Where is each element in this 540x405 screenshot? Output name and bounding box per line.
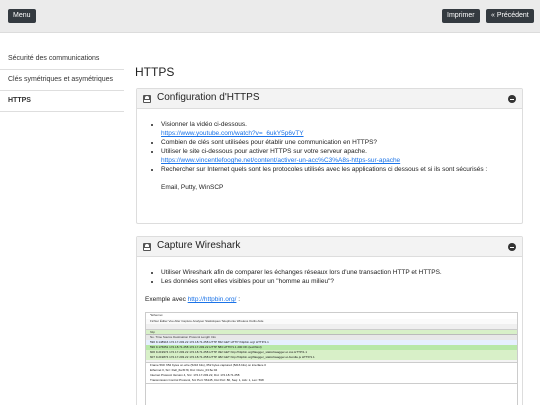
- example-line: Exemple avec http://httpbin.org/ :: [145, 296, 522, 303]
- list-item: Combien de clés sont utilisées pour étab…: [161, 138, 522, 147]
- example-prefix: Exemple avec: [145, 296, 188, 303]
- task-list: Utiliser Wireshark afin de comparer les …: [137, 268, 522, 286]
- configuration-card: Configuration d'HTTPS Visionner la vidéo…: [136, 88, 523, 224]
- card-header[interactable]: Configuration d'HTTPS: [137, 89, 522, 109]
- print-button[interactable]: Imprimer: [442, 9, 480, 23]
- previous-button[interactable]: « Précédent: [486, 9, 534, 23]
- id-card-icon: [143, 243, 151, 251]
- collapse-icon[interactable]: [508, 95, 516, 103]
- collapse-icon[interactable]: [508, 243, 516, 251]
- menu-button[interactable]: Menu: [8, 9, 36, 23]
- sidebar-item-https[interactable]: HTTPS: [0, 91, 124, 112]
- protocol-list: Email, Putty, WinSCP: [161, 184, 224, 191]
- sidebar-item-cles[interactable]: Clés symétriques et asymétriques: [0, 70, 124, 91]
- httpbin-link[interactable]: http://httpbin.org/: [188, 296, 237, 303]
- list-item: Utiliser le site ci-dessous pour activer…: [161, 147, 522, 165]
- sidebar: Sécurité des communications Clés symétri…: [0, 49, 124, 112]
- card-header[interactable]: Capture Wireshark: [137, 237, 522, 257]
- item-text: Rechercher sur Internet quels sont les p…: [161, 166, 488, 173]
- apache-link[interactable]: https://www.vincentlefooghe.net/content/…: [161, 157, 400, 164]
- card-title: Configuration d'HTTPS: [157, 92, 260, 103]
- list-item: Rechercher sur Internet quels sont les p…: [161, 165, 522, 192]
- item-text: Combien de clés sont utilisées pour étab…: [161, 139, 378, 146]
- page-title: HTTPS: [135, 65, 175, 79]
- item-text: Visionner la vidéo ci-dessous.: [161, 121, 247, 128]
- item-text: Utiliser le site ci-dessous pour activer…: [161, 148, 367, 155]
- task-list: Visionner la vidéo ci-dessous. https://w…: [137, 120, 522, 192]
- top-bar: Menu Imprimer « Précédent: [0, 0, 540, 33]
- item-text: Les données sont elles visibles pour un …: [161, 278, 334, 285]
- list-item: Utiliser Wireshark afin de comparer les …: [161, 268, 522, 277]
- item-text: Utiliser Wireshark afin de comparer les …: [161, 269, 442, 276]
- youtube-link[interactable]: https://www.youtube.com/watch?v=_6ukY5p6…: [161, 130, 304, 137]
- wireshark-card: Capture Wireshark Utiliser Wireshark afi…: [136, 236, 523, 405]
- id-card-icon: [143, 95, 151, 103]
- wireshark-screenshot: *Ethernet Fichier Éditer Vue Aller Captu…: [145, 312, 518, 405]
- example-suffix: :: [236, 296, 241, 303]
- card-title: Capture Wireshark: [157, 240, 241, 251]
- ws-packet-row: 607 9.219874 172.17.203.22 172.18.71.258…: [146, 355, 517, 360]
- list-item: Les données sont elles visibles pour un …: [161, 277, 522, 286]
- list-item: Visionner la vidéo ci-dessous. https://w…: [161, 120, 522, 138]
- ws-bytes-pane: [146, 383, 517, 405]
- sidebar-item-securite[interactable]: Sécurité des communications: [0, 49, 124, 70]
- ws-detail-pane: Frame 590: 652 bytes on wire (5216 bits)…: [146, 362, 517, 383]
